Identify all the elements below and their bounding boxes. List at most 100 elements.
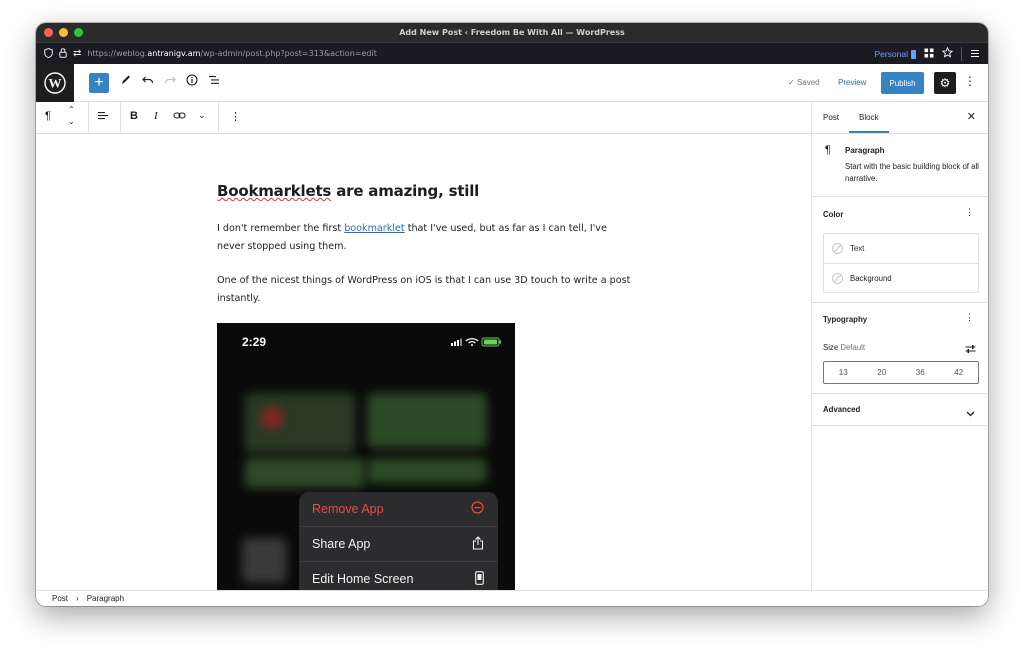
- hamburger-menu-icon[interactable]: [970, 45, 980, 63]
- app-context-menu: Remove App Share App Edit Home Screen: [299, 492, 498, 590]
- iphone-screenshot-image[interactable]: 2:29 Remove App Share App Edit Home Scre…: [217, 323, 515, 590]
- breadcrumb-separator: ›: [76, 594, 79, 603]
- url-prefix: https://weblog.: [87, 49, 148, 58]
- star-icon[interactable]: [941, 45, 954, 63]
- container-icon[interactable]: [911, 49, 916, 59]
- wordpress-logo-button[interactable]: W: [36, 64, 74, 102]
- typography-heading[interactable]: Typography: [823, 315, 867, 324]
- phone-time: 2:29: [242, 335, 267, 349]
- container-label[interactable]: Personal: [874, 49, 908, 59]
- toolbar-divider: [218, 102, 219, 134]
- advanced-heading[interactable]: Advanced: [823, 405, 860, 414]
- breadcrumb-post[interactable]: Post: [52, 594, 68, 603]
- font-size-picker: 13 20 36 42: [823, 361, 979, 384]
- preview-button[interactable]: Preview: [838, 78, 866, 87]
- publish-button[interactable]: Publish: [881, 72, 924, 94]
- grid-icon[interactable]: [924, 45, 934, 63]
- typography-options-icon[interactable]: ⋮: [965, 312, 974, 323]
- blurred-app-icon: [242, 538, 287, 583]
- typography-panel: Typography ⋮ Size Default 13 20 36 42: [812, 303, 988, 394]
- gear-icon: ⚙: [939, 76, 951, 90]
- browser-window: Add New Post ‹ Freedom Be With All — Wor…: [36, 23, 988, 606]
- no-color-swatch-icon: [832, 243, 843, 254]
- info-icon[interactable]: [186, 74, 198, 89]
- size-label-text: Size: [823, 343, 839, 352]
- url-text[interactable]: https://weblog.antranigv.am/wp-admin/pos…: [87, 49, 376, 58]
- permissions-icon[interactable]: ⇄: [73, 48, 81, 59]
- paragraph-block-1[interactable]: I don't remember the first bookmarklet t…: [217, 220, 637, 255]
- blurred-widget: [262, 408, 282, 428]
- close-window-button[interactable]: [44, 28, 53, 37]
- svg-text:W: W: [49, 76, 62, 91]
- editor-canvas[interactable]: Bookmarklets are amazing, still I don't …: [36, 134, 811, 590]
- font-size-option[interactable]: 20: [877, 368, 886, 377]
- add-block-button[interactable]: +: [89, 73, 109, 93]
- settings-sidebar: Post Block ✕ ¶ Paragraph Start with the …: [811, 102, 988, 590]
- remove-app-menu-item[interactable]: Remove App: [299, 492, 498, 527]
- post-title-rest: are amazing, still: [331, 182, 480, 200]
- move-up-icon[interactable]: ⌃: [68, 105, 75, 114]
- custom-size-icon[interactable]: [965, 341, 976, 359]
- menu-item-label: Edit Home Screen: [312, 572, 414, 586]
- shield-icon[interactable]: [44, 47, 53, 60]
- text-color-label: Text: [850, 244, 865, 253]
- edit-tools-icon[interactable]: [120, 74, 131, 89]
- chevron-down-icon[interactable]: [966, 404, 975, 422]
- size-label: Size Default: [823, 343, 865, 352]
- window-title: Add New Post ‹ Freedom Be With All — Wor…: [399, 28, 625, 37]
- share-app-menu-item[interactable]: Share App: [299, 527, 498, 562]
- bold-icon[interactable]: B: [130, 110, 138, 122]
- post-title[interactable]: Bookmarklets are amazing, still: [217, 182, 479, 200]
- settings-button[interactable]: ⚙: [934, 72, 956, 94]
- block-options-icon[interactable]: ⋮: [230, 110, 241, 123]
- color-options-icon[interactable]: ⋮: [965, 207, 974, 218]
- font-size-option[interactable]: 13: [839, 368, 848, 377]
- font-size-option[interactable]: 36: [916, 368, 925, 377]
- breadcrumb: Post › Paragraph: [36, 590, 988, 606]
- link-icon[interactable]: [173, 110, 186, 124]
- paragraph-block-icon: ¶: [825, 144, 831, 156]
- share-icon: [472, 535, 484, 553]
- breadcrumb-paragraph[interactable]: Paragraph: [87, 594, 124, 603]
- close-icon[interactable]: ✕: [967, 110, 976, 123]
- menu-item-label: Remove App: [312, 502, 384, 516]
- para2-text: One of the nicest things of WordPress on…: [217, 275, 631, 304]
- color-heading[interactable]: Color: [823, 210, 843, 219]
- toolbar-divider: [88, 102, 89, 134]
- sidebar-tabs: Post Block ✕: [812, 102, 988, 134]
- block-card: ¶ Paragraph Start with the basic buildin…: [812, 134, 988, 197]
- move-down-icon[interactable]: ⌄: [68, 117, 75, 126]
- align-icon[interactable]: [97, 110, 109, 124]
- background-color-label: Background: [850, 273, 892, 283]
- more-options-icon[interactable]: ⋮: [964, 74, 976, 88]
- paragraph-block-2[interactable]: One of the nicest things of WordPress on…: [217, 272, 637, 307]
- phone-status-icons: [451, 337, 503, 349]
- post-title-word: Bookmarklets: [217, 182, 332, 200]
- saved-label: Saved: [796, 78, 820, 87]
- bookmarklet-link[interactable]: bookmarklet: [344, 223, 404, 234]
- font-size-option[interactable]: 42: [954, 368, 963, 377]
- url-bar[interactable]: ⇄ https://weblog.antranigv.am/wp-admin/p…: [36, 42, 988, 64]
- background-color-option[interactable]: Background: [824, 263, 978, 292]
- title-bar: Add New Post ‹ Freedom Be With All — Wor…: [36, 23, 988, 42]
- tab-post[interactable]: Post: [823, 113, 839, 122]
- tab-block[interactable]: Block: [859, 113, 879, 122]
- zoom-window-button[interactable]: [74, 28, 83, 37]
- chevron-down-icon[interactable]: ⌄: [198, 110, 206, 121]
- lock-icon[interactable]: [59, 47, 67, 60]
- advanced-panel[interactable]: Advanced: [812, 394, 988, 426]
- text-color-option[interactable]: Text: [824, 234, 978, 263]
- italic-icon[interactable]: I: [154, 110, 158, 122]
- undo-icon[interactable]: [142, 74, 154, 89]
- edit-home-screen-menu-item[interactable]: Edit Home Screen: [299, 562, 498, 590]
- block-name: Paragraph: [845, 146, 885, 155]
- wordpress-logo-icon: W: [44, 72, 66, 94]
- redo-icon[interactable]: [164, 74, 176, 89]
- list-view-icon[interactable]: [208, 74, 220, 89]
- window-controls: [44, 28, 83, 37]
- paragraph-block-icon[interactable]: ¶: [45, 110, 51, 122]
- size-value: Default: [840, 343, 866, 352]
- minimize-window-button[interactable]: [59, 28, 68, 37]
- url-domain: antranigv.am: [147, 49, 201, 58]
- url-path: /wp-admin/post.php?post=313&action=edit: [200, 49, 377, 58]
